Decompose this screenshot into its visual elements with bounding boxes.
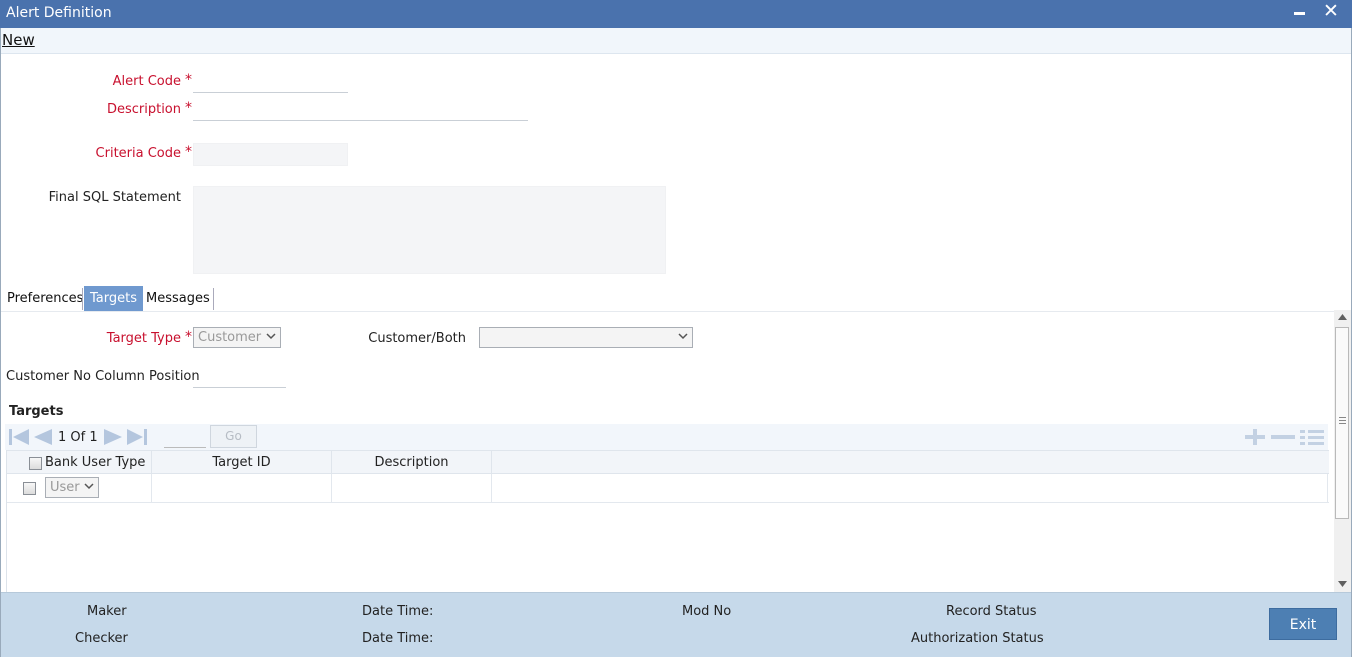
tab-divider — [0, 311, 1334, 312]
row-select-cell — [7, 474, 42, 503]
tab-messages[interactable]: Messages — [140, 286, 216, 311]
chevron-down-icon — [84, 483, 94, 490]
tab-preferences[interactable]: Preferences — [1, 286, 89, 311]
required-marker: * — [185, 144, 192, 160]
scroll-up-icon[interactable] — [1338, 314, 1347, 320]
customer-both-label: Customer/Both — [368, 331, 466, 346]
description-input[interactable] — [193, 101, 528, 121]
audit-footer — [0, 592, 1352, 657]
chevron-down-icon — [266, 333, 276, 340]
final-sql-textarea[interactable] — [193, 186, 666, 274]
last-page-icon[interactable] — [126, 427, 148, 447]
menu-bar: New — [0, 28, 1352, 54]
checker-date-time-label: Date Time: — [362, 631, 434, 646]
target-type-select[interactable]: Customer — [193, 327, 281, 348]
table-row: User — [7, 474, 1329, 503]
scroll-down-icon[interactable] — [1338, 581, 1347, 587]
column-label: Bank User Type — [45, 455, 146, 470]
tab-separator — [82, 288, 83, 310]
alert-code-label: Alert Code — [112, 74, 181, 89]
chevron-down-icon — [678, 333, 688, 340]
go-button[interactable]: Go — [210, 425, 257, 448]
targets-grid: Bank User Type Target ID Description Use… — [6, 450, 1329, 592]
exit-button[interactable]: Exit — [1269, 608, 1337, 640]
scroll-thumb[interactable] — [1335, 327, 1349, 519]
row-checkbox[interactable] — [23, 482, 36, 495]
bank-user-type-select[interactable]: User — [45, 477, 99, 498]
header-cell-target-id: Target ID — [152, 451, 332, 475]
final-sql-label: Final SQL Statement — [48, 190, 181, 205]
customer-no-column-input[interactable] — [193, 368, 286, 388]
previous-page-icon[interactable] — [32, 427, 54, 447]
add-row-icon[interactable] — [1243, 428, 1267, 446]
bank-user-type-cell: User — [42, 474, 152, 503]
targets-section-title: Targets — [9, 404, 64, 419]
description-cell[interactable] — [332, 474, 492, 503]
next-page-icon[interactable] — [102, 427, 124, 447]
description-label: Description — [106, 102, 181, 117]
vertical-scrollbar[interactable] — [1334, 310, 1351, 592]
target-id-cell[interactable] — [152, 474, 332, 503]
required-marker: * — [185, 329, 192, 345]
pager-text: 1 Of 1 — [58, 430, 98, 445]
required-marker: * — [185, 72, 192, 88]
select-all-checkbox[interactable] — [29, 457, 42, 470]
tab-separator — [213, 288, 214, 310]
grip-icon — [1339, 417, 1346, 424]
bank-user-type-value: User — [50, 480, 80, 495]
criteria-code-input[interactable] — [193, 143, 348, 166]
maker-label: Maker — [87, 604, 127, 619]
checker-label: Checker — [75, 631, 128, 646]
empty-cell — [492, 474, 1328, 503]
required-marker: * — [185, 100, 192, 116]
maker-date-time-label: Date Time: — [362, 604, 434, 619]
window-title: Alert Definition — [6, 5, 112, 21]
customer-both-select[interactable] — [479, 327, 693, 348]
target-type-label: Target Type — [106, 331, 181, 346]
alert-code-input[interactable] — [193, 73, 348, 93]
single-view-icon[interactable] — [1299, 428, 1325, 446]
header-cell-description: Description — [332, 451, 492, 475]
header-cell-bank-user-type: Bank User Type — [7, 451, 152, 475]
minimize-icon[interactable] — [1294, 12, 1305, 15]
grid-header: Bank User Type Target ID Description — [7, 450, 1329, 475]
close-icon[interactable]: ✕ — [1323, 0, 1339, 22]
criteria-code-label: Criteria Code — [95, 146, 181, 161]
first-page-icon[interactable] — [8, 427, 30, 447]
title-bar: Alert Definition ✕ — [0, 0, 1352, 28]
delete-row-icon[interactable] — [1270, 428, 1296, 446]
new-menu-item[interactable]: New — [2, 31, 35, 49]
record-status-label: Record Status — [946, 604, 1037, 619]
mod-no-label: Mod No — [682, 604, 732, 619]
page-number-input[interactable] — [164, 430, 206, 448]
customer-no-column-label: Customer No Column Position — [6, 369, 200, 384]
authorization-status-label: Authorization Status — [911, 631, 1044, 646]
target-type-value: Customer — [198, 330, 262, 345]
tab-targets[interactable]: Targets — [84, 286, 143, 311]
